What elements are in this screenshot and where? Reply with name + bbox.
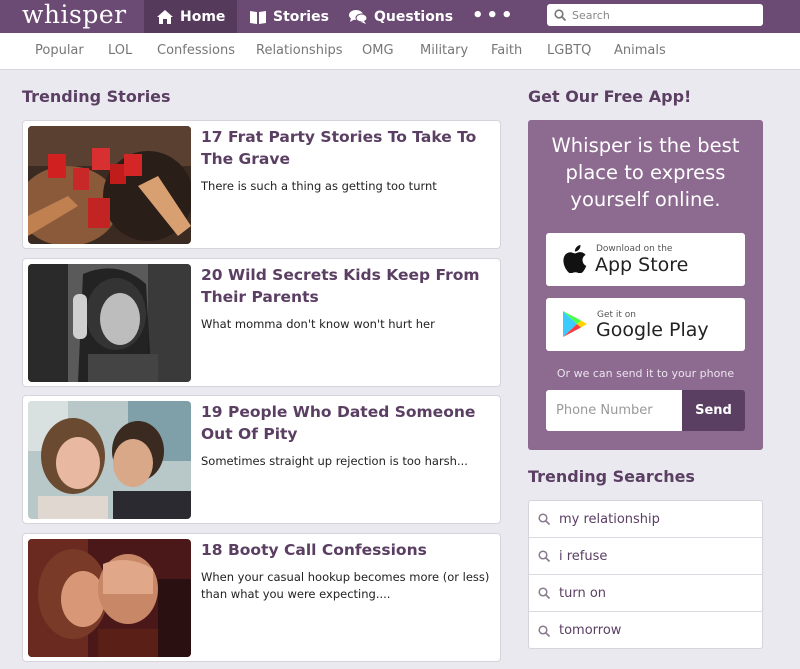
search-input[interactable] bbox=[572, 8, 752, 22]
trending-searches-heading: Trending Searches bbox=[528, 467, 695, 486]
story-thumbnail[interactable] bbox=[28, 264, 191, 382]
search-icon bbox=[538, 550, 550, 562]
home-icon bbox=[157, 9, 173, 24]
google-play-button[interactable]: Get it on Google Play bbox=[546, 298, 745, 351]
trending-searches-list: my relationship i refuse turn on tomorro… bbox=[528, 500, 763, 649]
category-bar: Popular LOL Confessions Relationships OM… bbox=[0, 33, 800, 70]
trending-search-label: i refuse bbox=[559, 548, 608, 564]
search-box[interactable] bbox=[547, 4, 763, 26]
category-military[interactable]: Military bbox=[420, 33, 468, 69]
story-title[interactable]: 20 Wild Secrets Kids Keep From Their Par… bbox=[201, 264, 496, 308]
nav-stories-tab[interactable]: Stories bbox=[250, 0, 329, 33]
top-navigation-bar: whisper Home Stories Questions ••• bbox=[0, 0, 800, 33]
trending-search-label: tomorrow bbox=[559, 623, 622, 638]
search-icon bbox=[538, 624, 550, 637]
story-title[interactable]: 18 Booty Call Confessions bbox=[201, 539, 496, 561]
nav-stories-label: Stories bbox=[273, 8, 329, 25]
phone-hint-text: Or we can send it to your phone bbox=[556, 367, 735, 380]
chat-bubbles-icon bbox=[349, 10, 367, 24]
nav-questions-label: Questions bbox=[374, 8, 454, 25]
send-button[interactable]: Send bbox=[682, 390, 745, 431]
story-description: There is such a thing as getting too tur… bbox=[201, 179, 437, 193]
trending-stories-heading: Trending Stories bbox=[22, 87, 171, 106]
trending-search-item[interactable]: my relationship bbox=[529, 501, 762, 538]
more-menu-button[interactable]: ••• bbox=[472, 5, 516, 26]
category-relationships[interactable]: Relationships bbox=[256, 33, 343, 69]
app-store-small-text: Download on the bbox=[596, 244, 673, 254]
google-play-icon bbox=[563, 311, 587, 337]
story-thumbnail[interactable] bbox=[28, 401, 191, 519]
app-store-big-text: App Store bbox=[595, 254, 689, 276]
category-omg[interactable]: OMG bbox=[362, 33, 394, 69]
category-lol[interactable]: LOL bbox=[108, 33, 132, 69]
story-thumbnail[interactable] bbox=[28, 539, 191, 657]
trending-search-item[interactable]: i refuse bbox=[529, 538, 762, 575]
story-thumbnail[interactable] bbox=[28, 126, 191, 244]
category-lgbtq[interactable]: LGBTQ bbox=[547, 33, 591, 69]
whisper-logo[interactable]: whisper bbox=[22, 0, 127, 33]
search-icon bbox=[538, 513, 550, 525]
story-card[interactable]: 19 People Who Dated Someone Out Of Pity … bbox=[22, 395, 501, 524]
phone-number-input[interactable] bbox=[546, 390, 682, 431]
category-faith[interactable]: Faith bbox=[491, 33, 522, 69]
story-description: Sometimes straight up rejection is too h… bbox=[201, 454, 468, 468]
trending-search-item[interactable]: turn on bbox=[529, 575, 762, 612]
apple-icon bbox=[563, 245, 587, 273]
story-title[interactable]: 19 People Who Dated Someone Out Of Pity bbox=[201, 401, 496, 445]
category-confessions[interactable]: Confessions bbox=[157, 33, 235, 69]
app-promo-box: Whisper is the best place to express you… bbox=[528, 120, 763, 450]
story-description: What momma don't know won't hurt her bbox=[201, 317, 435, 331]
trending-search-item[interactable]: tomorrow bbox=[529, 612, 762, 649]
story-card[interactable]: 18 Booty Call Confessions When your casu… bbox=[22, 533, 501, 662]
trending-search-label: my relationship bbox=[559, 511, 660, 527]
app-tagline: Whisper is the best place to express you… bbox=[551, 134, 740, 211]
book-icon bbox=[250, 10, 266, 24]
story-card[interactable]: 20 Wild Secrets Kids Keep From Their Par… bbox=[22, 258, 501, 387]
nav-home-tab[interactable]: Home bbox=[144, 0, 237, 33]
category-popular[interactable]: Popular bbox=[35, 33, 84, 69]
search-icon bbox=[538, 587, 550, 599]
trending-search-label: turn on bbox=[559, 585, 607, 601]
nav-home-label: Home bbox=[180, 8, 226, 25]
google-play-big-text: Google Play bbox=[596, 319, 709, 341]
search-icon bbox=[554, 9, 566, 21]
story-title[interactable]: 17 Frat Party Stories To Take To The Gra… bbox=[201, 126, 496, 170]
nav-questions-tab[interactable]: Questions bbox=[349, 0, 453, 33]
app-store-button[interactable]: Download on the App Store bbox=[546, 233, 745, 286]
story-card[interactable]: 17 Frat Party Stories To Take To The Gra… bbox=[22, 120, 501, 249]
category-animals[interactable]: Animals bbox=[614, 33, 666, 69]
free-app-heading: Get Our Free App! bbox=[528, 87, 692, 106]
story-description: When your casual hookup becomes more (or… bbox=[201, 570, 490, 601]
